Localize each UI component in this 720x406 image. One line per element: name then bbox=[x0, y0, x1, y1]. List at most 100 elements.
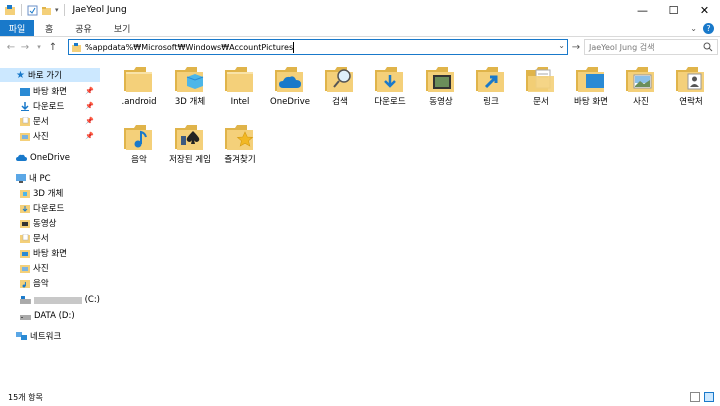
tab-home[interactable]: 홈 bbox=[34, 20, 64, 36]
app-icon[interactable] bbox=[4, 4, 16, 16]
file-item-favorites[interactable]: 즐겨찾기 bbox=[216, 122, 264, 165]
nav-pc-pictures[interactable]: 사진 bbox=[0, 261, 100, 275]
folder-icon bbox=[72, 42, 81, 52]
file-list: .android 3D 개체 Intel OneDrive 검색 다운로드 동영… bbox=[104, 60, 720, 388]
nav-label: 바탕 화면 bbox=[33, 87, 67, 97]
file-item-contacts[interactable]: 연락처 bbox=[667, 64, 715, 107]
chevron-down-icon[interactable]: ▾ bbox=[55, 6, 59, 14]
nav-label: 바탕 화면 bbox=[33, 249, 67, 259]
file-label: 동영상 bbox=[429, 97, 453, 107]
ribbon-right-controls: ⌄ ? bbox=[690, 20, 714, 37]
toolbar-divider bbox=[63, 4, 65, 16]
documents-folder-icon bbox=[526, 67, 554, 92]
forward-button[interactable]: → bbox=[18, 38, 32, 56]
view-switcher bbox=[690, 392, 714, 402]
file-item-saved-games[interactable]: 저장된 게임 bbox=[166, 122, 214, 165]
nav-quick-documents[interactable]: 문서 📌 bbox=[0, 114, 100, 128]
nav-label: OneDrive bbox=[30, 153, 70, 163]
file-label: 저장된 게임 bbox=[169, 155, 211, 165]
folder-icon bbox=[124, 67, 152, 92]
file-item-desktop[interactable]: 바탕 화면 bbox=[567, 64, 615, 107]
nav-label: 3D 개체 bbox=[33, 189, 64, 199]
expand-ribbon-icon[interactable]: ⌄ bbox=[690, 24, 697, 33]
title-bar: ▾ JaeYeol Jung — ☐ ✕ bbox=[0, 0, 720, 20]
up-button[interactable]: ↑ bbox=[46, 38, 60, 56]
nav-quick-pictures[interactable]: 사진 📌 bbox=[0, 129, 100, 143]
nav-quick-access[interactable]: ★ 바로 가기 bbox=[0, 68, 100, 82]
file-item-3d-objects[interactable]: 3D 개체 bbox=[166, 64, 214, 107]
nav-pc-documents[interactable]: 문서 bbox=[0, 231, 100, 245]
file-item-downloads[interactable]: 다운로드 bbox=[366, 64, 414, 107]
saved-games-folder-icon bbox=[175, 125, 203, 150]
file-item-pictures[interactable]: 사진 bbox=[617, 64, 665, 107]
nav-label: 내 PC bbox=[29, 174, 51, 184]
help-icon[interactable]: ? bbox=[703, 23, 714, 34]
large-icons-view-button[interactable] bbox=[704, 392, 714, 402]
nav-label: 사진 bbox=[33, 132, 49, 142]
close-button[interactable]: ✕ bbox=[689, 0, 720, 20]
recent-locations-icon[interactable]: ▾ bbox=[32, 38, 46, 56]
pictures-icon bbox=[20, 132, 30, 141]
favorites-folder-icon bbox=[225, 125, 254, 150]
file-label: OneDrive bbox=[270, 97, 310, 107]
nav-pc-desktop[interactable]: 바탕 화면 bbox=[0, 246, 100, 260]
drive-icon bbox=[20, 296, 31, 304]
file-label: 사진 bbox=[633, 97, 649, 107]
go-button[interactable]: → bbox=[570, 40, 582, 54]
minimize-button[interactable]: — bbox=[627, 0, 658, 20]
nav-label: DATA (D:) bbox=[34, 311, 75, 321]
nav-quick-downloads[interactable]: 다운로드 📌 bbox=[0, 99, 100, 113]
new-folder-icon[interactable] bbox=[41, 5, 52, 16]
nav-label: 문서 bbox=[33, 117, 49, 127]
back-button[interactable]: ← bbox=[4, 38, 18, 56]
file-item-intel[interactable]: Intel bbox=[216, 64, 264, 107]
nav-label: 바로 가기 bbox=[27, 71, 62, 81]
pin-icon[interactable]: 📌 bbox=[85, 117, 94, 125]
file-item-music[interactable]: 음악 bbox=[115, 122, 163, 165]
pin-icon[interactable]: 📌 bbox=[85, 102, 94, 110]
nav-quick-desktop[interactable]: 바탕 화면 📌 bbox=[0, 84, 100, 98]
address-bar[interactable]: %appdata%₩Microsoft₩Windows₩AccountPictu… bbox=[68, 39, 568, 55]
nav-label: 문서 bbox=[33, 234, 49, 244]
nav-drive-d[interactable]: DATA (D:) bbox=[0, 309, 100, 323]
pin-icon[interactable]: 📌 bbox=[85, 87, 94, 95]
file-item-searches[interactable]: 검색 bbox=[316, 64, 364, 107]
pictures-folder-icon bbox=[626, 67, 654, 92]
pin-icon[interactable]: 📌 bbox=[85, 132, 94, 140]
status-bar: 15개 항목 bbox=[0, 389, 720, 406]
chevron-down-icon[interactable]: ⌄ bbox=[558, 41, 565, 50]
details-view-button[interactable] bbox=[690, 392, 700, 402]
network-icon bbox=[16, 331, 27, 340]
file-item-onedrive[interactable]: OneDrive bbox=[266, 64, 314, 107]
file-item-videos[interactable]: 동영상 bbox=[417, 64, 465, 107]
ribbon-tabs: 파일 홈 공유 보기 ⌄ ? bbox=[0, 20, 720, 37]
properties-icon[interactable] bbox=[27, 5, 38, 16]
pictures-icon bbox=[20, 264, 30, 273]
file-item-links[interactable]: 링크 bbox=[467, 64, 515, 107]
tab-share[interactable]: 공유 bbox=[64, 20, 103, 36]
nav-pc-videos[interactable]: 동영상 bbox=[0, 216, 100, 230]
nav-pc-downloads[interactable]: 다운로드 bbox=[0, 201, 100, 215]
search-input[interactable]: JaeYeol Jung 검색 bbox=[584, 39, 718, 55]
nav-pc-music[interactable]: 음악 bbox=[0, 276, 100, 290]
maximize-button[interactable]: ☐ bbox=[658, 0, 689, 20]
nav-this-pc[interactable]: 내 PC bbox=[0, 171, 100, 185]
nav-network[interactable]: 네트워크 bbox=[0, 329, 100, 343]
nav-label: 네트워크 bbox=[30, 332, 62, 342]
documents-icon bbox=[20, 233, 30, 243]
quick-access-toolbar: ▾ bbox=[0, 0, 67, 20]
file-item-android[interactable]: .android bbox=[115, 64, 163, 107]
nav-drive-c[interactable]: (C:) bbox=[0, 293, 100, 307]
toolbar-divider bbox=[21, 4, 22, 16]
tab-view[interactable]: 보기 bbox=[103, 20, 142, 36]
window-controls: — ☐ ✕ bbox=[627, 0, 720, 20]
file-item-documents[interactable]: 문서 bbox=[517, 64, 565, 107]
star-icon: ★ bbox=[16, 69, 25, 81]
nav-label: 동영상 bbox=[33, 219, 57, 229]
tab-file[interactable]: 파일 bbox=[0, 20, 34, 36]
nav-pc-3d-objects[interactable]: 3D 개체 bbox=[0, 186, 100, 200]
computer-icon bbox=[16, 173, 26, 183]
file-label: 3D 개체 bbox=[174, 97, 206, 107]
nav-onedrive[interactable]: OneDrive bbox=[0, 151, 100, 165]
links-folder-icon bbox=[476, 67, 504, 92]
